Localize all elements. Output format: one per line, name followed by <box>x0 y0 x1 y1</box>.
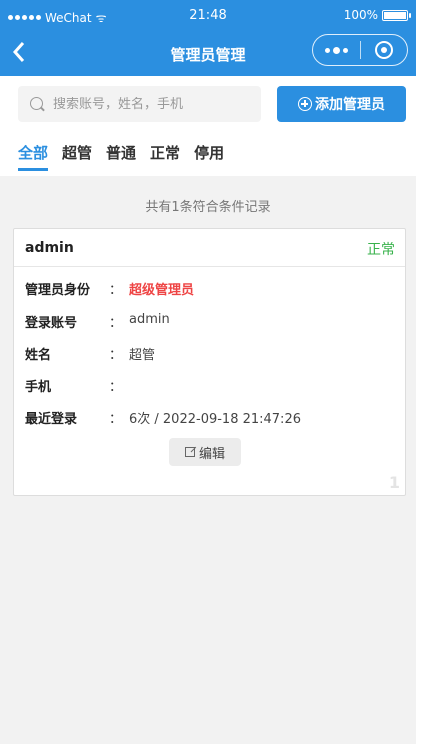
edit-icon <box>184 447 195 457</box>
status-bar: WeChat ᯤ 21:48 100% <box>0 0 416 30</box>
search-input[interactable] <box>53 96 253 112</box>
field-role: 管理员身份 ： 超级管理员 <box>25 279 194 299</box>
tab-super-admin[interactable]: 超管 <box>62 142 92 174</box>
field-colon: ： <box>109 348 123 363</box>
tab-active[interactable]: 正常 <box>150 142 180 174</box>
battery-icon <box>382 9 411 21</box>
admin-name: admin <box>25 240 74 256</box>
field-colon: ： <box>109 316 123 331</box>
add-admin-button[interactable]: 添加管理员 <box>277 86 406 122</box>
app-frame: WeChat ᯤ 21:48 100% 管理员管理 搜索账号，姓名，手机 添加管… <box>0 0 416 744</box>
edit-button[interactable]: 编辑 <box>169 438 241 466</box>
field-phone: 手机 ： <box>25 376 129 396</box>
status-badge: 正常 <box>367 242 395 258</box>
field-real-name: 姓名 ： 超管 <box>25 344 155 364</box>
field-colon: ： <box>109 283 123 298</box>
plus-circle-icon <box>298 97 312 111</box>
admin-card: admin 正常 管理员身份 ： 超级管理员 登录账号 ： admin 姓名 ：… <box>13 228 406 496</box>
card-header: admin 正常 <box>14 229 405 267</box>
mini-program-capsule <box>312 34 408 66</box>
filter-tabs: 全部 超管 普通 正常 停用 <box>18 142 238 174</box>
field-label: 管理员身份 <box>25 283 91 298</box>
field-label: 登录账号 <box>25 316 78 331</box>
field-last-login: 最近登录 ： 6次 / 2022-09-18 21:47:26 <box>25 408 301 428</box>
tab-all[interactable]: 全部 <box>18 142 49 174</box>
field-login-account: 登录账号 ： admin <box>25 312 170 332</box>
more-button[interactable] <box>313 35 360 65</box>
field-value: 超级管理员 <box>129 283 195 298</box>
battery-info: 100% <box>343 8 411 22</box>
field-value: 6次 / 2022-09-18 21:47:26 <box>129 412 301 427</box>
field-label: 最近登录 <box>25 412 78 427</box>
nav-bar: 管理员管理 <box>0 30 416 76</box>
field-value: 超管 <box>129 348 156 363</box>
close-button[interactable] <box>361 35 407 65</box>
tab-disabled[interactable]: 停用 <box>194 142 224 174</box>
search-icon <box>30 96 45 112</box>
field-colon: ： <box>109 380 123 395</box>
edit-label: 编辑 <box>198 446 225 462</box>
more-dots-icon <box>325 47 330 53</box>
close-circle-icon <box>374 41 393 59</box>
search-box[interactable] <box>18 86 261 122</box>
tab-normal-admin[interactable]: 普通 <box>106 142 136 174</box>
field-label: 姓名 <box>25 348 52 363</box>
search-section: 添加管理员 全部 超管 普通 正常 停用 <box>0 76 416 176</box>
result-summary: 共有1条符合条件记录 <box>145 200 271 215</box>
field-label: 手机 <box>25 380 52 395</box>
field-colon: ： <box>109 412 123 427</box>
field-value: admin <box>129 312 170 327</box>
record-index: 1 <box>388 473 400 492</box>
battery-percent: 100% <box>343 8 378 22</box>
add-admin-label: 添加管理员 <box>315 97 385 113</box>
